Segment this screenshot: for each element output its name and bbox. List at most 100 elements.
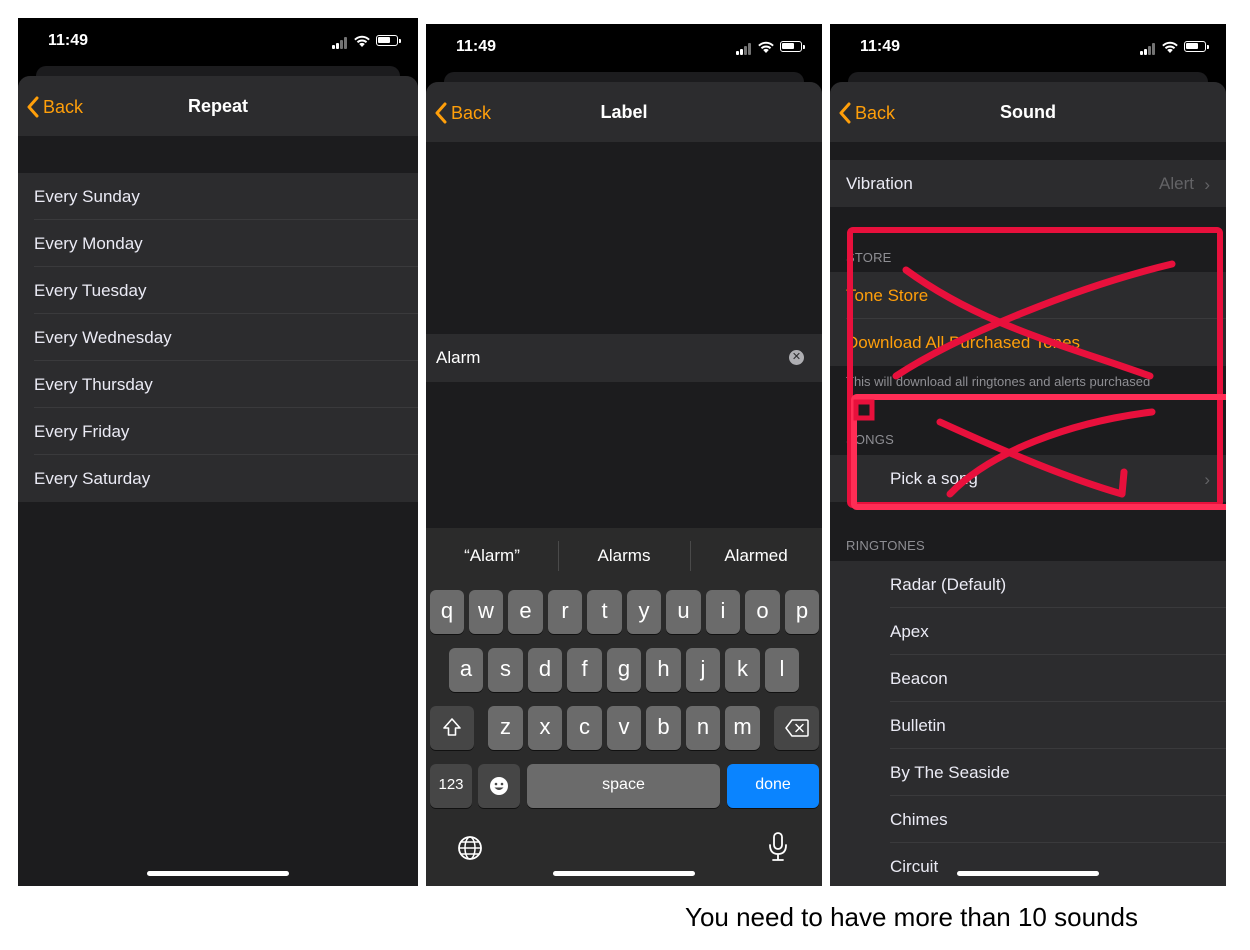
key-m[interactable]: m — [725, 706, 760, 750]
status-bar: 11:49 — [426, 24, 822, 72]
key-a[interactable]: a — [449, 648, 483, 692]
ringtone-apex[interactable]: Apex — [830, 608, 1226, 655]
status-icons — [332, 33, 402, 51]
key-e[interactable]: e — [508, 590, 543, 634]
delete-key[interactable] — [774, 706, 819, 750]
globe-icon[interactable] — [456, 834, 484, 862]
key-h[interactable]: h — [646, 648, 681, 692]
space-key[interactable]: space — [527, 764, 720, 808]
download-all-row[interactable]: Download All Purchased Tones — [830, 319, 1226, 366]
key-g[interactable]: g — [607, 648, 641, 692]
cellular-signal-icon — [1140, 43, 1156, 55]
list-item-friday[interactable]: Every Friday — [18, 408, 418, 455]
status-bar: 11:49 — [18, 18, 418, 66]
list-item-monday[interactable]: Every Monday — [18, 220, 418, 267]
key-q[interactable]: q — [430, 590, 464, 634]
key-n[interactable]: n — [686, 706, 720, 750]
vibration-value: Alert — [1159, 174, 1194, 193]
key-u[interactable]: u — [666, 590, 701, 634]
key-f[interactable]: f — [567, 648, 602, 692]
sound-screen: 11:49 Back Sound Vibration Alert › STORE… — [830, 24, 1226, 886]
key-k[interactable]: k — [725, 648, 760, 692]
battery-icon — [1184, 41, 1209, 52]
battery-icon — [376, 35, 401, 46]
store-header: STORE — [846, 250, 892, 265]
repeat-screen: 11:49 Back Repeat Every Sunday Every Mon… — [18, 18, 418, 886]
status-icons — [736, 39, 806, 57]
store-footnote: This will download all ringtones and ale… — [846, 374, 1151, 389]
key-t[interactable]: t — [587, 590, 622, 634]
home-indicator[interactable] — [553, 871, 695, 876]
pick-song-row[interactable]: Pick a song › — [830, 455, 1226, 502]
caption-text: You need to have more than 10 sounds — [685, 902, 1138, 932]
status-time: 11:49 — [48, 32, 89, 49]
list-item-wednesday[interactable]: Every Wednesday — [18, 314, 418, 361]
key-o[interactable]: o — [745, 590, 780, 634]
ringtone-chimes[interactable]: Chimes — [830, 796, 1226, 843]
suggestion-bar: “Alarm” Alarms Alarmed — [426, 528, 822, 586]
chevron-right-icon: › — [1204, 175, 1210, 194]
status-time: 11:49 — [456, 38, 497, 55]
status-icons — [1140, 39, 1210, 57]
songs-header: SONGS — [846, 432, 894, 447]
key-w[interactable]: w — [469, 590, 503, 634]
wifi-icon — [354, 35, 370, 47]
key-p[interactable]: p — [785, 590, 819, 634]
sound-sheet: Back Sound Vibration Alert › STORE Tone … — [830, 82, 1226, 886]
key-c[interactable]: c — [567, 706, 602, 750]
page-title: Repeat — [187, 96, 249, 116]
status-time: 11:49 — [860, 38, 901, 55]
key-x[interactable]: x — [528, 706, 562, 750]
emoji-key[interactable] — [478, 764, 520, 808]
shift-key[interactable] — [430, 706, 474, 750]
key-s[interactable]: s — [488, 648, 523, 692]
list-item-sunday[interactable]: Every Sunday — [18, 173, 418, 220]
chevron-right-icon: › — [1204, 470, 1210, 489]
key-l[interactable]: l — [765, 648, 799, 692]
key-i[interactable]: i — [706, 590, 740, 634]
ringtone-bulletin[interactable]: Bulletin — [830, 702, 1226, 749]
key-j[interactable]: j — [686, 648, 720, 692]
key-b[interactable]: b — [646, 706, 681, 750]
key-r[interactable]: r — [548, 590, 582, 634]
ringtone-beacon[interactable]: Beacon — [830, 655, 1226, 702]
wifi-icon — [1162, 41, 1178, 53]
numbers-key[interactable]: 123 — [430, 764, 472, 808]
ringtone-by-the-seaside[interactable]: By The Seaside — [830, 749, 1226, 796]
ringtone-circuit[interactable]: Circuit — [830, 843, 1226, 886]
key-v[interactable]: v — [607, 706, 641, 750]
nav-bar: Back Repeat — [18, 76, 418, 136]
suggestion-1[interactable]: “Alarm” — [426, 546, 558, 566]
tone-store-row[interactable]: Tone Store — [830, 272, 1226, 319]
pick-song-label: Pick a song — [890, 469, 978, 488]
ringtone-radar[interactable]: Radar (Default) — [830, 561, 1226, 608]
nav-bar: Back Label — [426, 82, 822, 142]
backspace-icon — [784, 719, 809, 737]
key-y[interactable]: y — [627, 590, 661, 634]
download-all-label: Download All Purchased Tones — [846, 333, 1081, 352]
cellular-signal-icon — [332, 37, 348, 49]
label-screen: 11:49 Back Label Alarm ✕ “Alarm” Alarms … — [426, 24, 822, 886]
home-indicator[interactable] — [957, 871, 1099, 876]
vibration-row[interactable]: Vibration Alert › — [830, 160, 1226, 207]
shift-icon — [443, 718, 461, 736]
list-item-saturday[interactable]: Every Saturday — [18, 455, 418, 502]
key-d[interactable]: d — [528, 648, 562, 692]
list-item-thursday[interactable]: Every Thursday — [18, 361, 418, 408]
label-sheet: Back Label Alarm ✕ “Alarm” Alarms Alarme… — [426, 82, 822, 886]
done-key[interactable]: done — [727, 764, 819, 808]
suggestion-3[interactable]: Alarmed — [690, 546, 822, 566]
list-item-tuesday[interactable]: Every Tuesday — [18, 267, 418, 314]
wifi-icon — [758, 41, 774, 53]
keyboard: “Alarm” Alarms Alarmed q w e r t y u i o… — [426, 528, 822, 886]
tone-store-label: Tone Store — [846, 286, 929, 305]
label-text-field[interactable]: Alarm ✕ — [426, 334, 822, 382]
home-indicator[interactable] — [147, 871, 289, 876]
microphone-icon[interactable] — [767, 831, 789, 863]
vibration-label: Vibration — [846, 174, 913, 193]
suggestion-2[interactable]: Alarms — [558, 546, 690, 566]
clear-text-icon[interactable]: ✕ — [789, 350, 804, 365]
key-z[interactable]: z — [488, 706, 523, 750]
page-title: Label — [600, 102, 648, 122]
label-field-value: Alarm — [436, 348, 481, 367]
